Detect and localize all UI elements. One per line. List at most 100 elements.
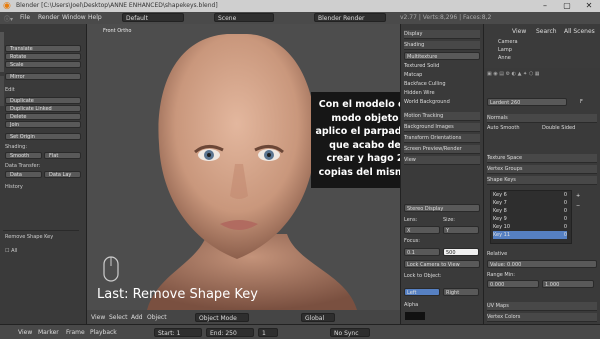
timeline-frame-menu[interactable]: Frame [66, 329, 85, 336]
auto-smooth-checkbox[interactable]: Auto Smooth [487, 124, 539, 132]
outliner-search-menu[interactable]: Search [536, 28, 557, 35]
all-checkbox[interactable]: ☐ All [5, 248, 17, 254]
timeline-playback-menu[interactable]: Playback [90, 329, 117, 336]
relative-checkbox[interactable]: Relative [487, 250, 597, 258]
timeline-view-menu[interactable]: View [18, 329, 32, 336]
right-button[interactable]: Right [443, 288, 479, 296]
uv-maps-header[interactable]: UV Maps [487, 302, 597, 311]
shading-panel-header[interactable]: Shading [404, 41, 480, 50]
shape-key-item[interactable]: Key 9 0 [493, 215, 567, 223]
editor-type-icon[interactable]: ⓘ▾ [4, 14, 13, 23]
view-panel-header[interactable]: View [404, 156, 480, 165]
menu-render[interactable]: Render [38, 14, 59, 21]
render-engine-selector[interactable]: Blender Render [314, 13, 386, 22]
close-button[interactable]: ✕ [578, 0, 600, 12]
create-tab[interactable] [0, 76, 4, 106]
vertex-groups-header[interactable]: Vertex Groups [487, 165, 597, 174]
operator-panel-label[interactable]: Remove Shape Key [5, 234, 53, 240]
shape-key-item[interactable]: Key 7 0 [493, 199, 567, 207]
menu-help[interactable]: Help [88, 14, 102, 21]
sync-mode-select[interactable]: No Sync [330, 328, 370, 337]
focus-label: Focus: [404, 238, 420, 244]
menu-object[interactable]: Object [147, 314, 167, 321]
delete-button[interactable]: Delete [5, 113, 81, 120]
normals-panel-header[interactable]: Normals [487, 114, 597, 123]
world-background-checkbox[interactable]: World Background [404, 98, 480, 106]
remove-shape-key-icon[interactable]: − [576, 202, 590, 210]
duplicate-linked-button[interactable]: Duplicate Linked [5, 105, 81, 112]
context-tabs[interactable]: ▣ ◉ ▤ ⚙ ◐ ▲ ✦ ⬡ ▦ [487, 70, 597, 78]
menu-select[interactable]: Select [109, 314, 128, 321]
fake-user-button[interactable]: F [580, 98, 594, 106]
outliner-view-menu[interactable]: View [512, 28, 526, 35]
transform-orientations-header[interactable]: Transform Orientations [404, 134, 480, 143]
scale-button[interactable]: Scale [5, 61, 81, 68]
display-panel-header[interactable]: Display [404, 30, 480, 39]
viewport-header: View Select Add Object Object Mode Globa… [87, 310, 400, 324]
orientation-selector[interactable]: Global [301, 313, 335, 322]
menu-view[interactable]: View [91, 314, 105, 321]
timeline-marker-menu[interactable]: Marker [38, 329, 59, 336]
range-max-field[interactable]: 1.000 [542, 280, 594, 288]
flat-button[interactable]: Flat [44, 152, 81, 159]
start-frame-field[interactable]: Start: 1 [154, 328, 202, 337]
tool-shelf: Translate Rotate Scale Mirror Edit Dupli… [0, 24, 87, 324]
outliner-scenes-select[interactable]: All Scenes [564, 28, 595, 35]
shape-key-item[interactable]: Key 6 0 [493, 191, 567, 199]
color-swatch[interactable] [405, 312, 425, 320]
current-frame-field[interactable]: 1 [258, 328, 278, 337]
translate-button[interactable]: Translate [5, 45, 81, 52]
backface-culling-checkbox[interactable]: Backface Culling [404, 80, 480, 88]
menu-add[interactable]: Add [131, 314, 143, 321]
mesh-name-field[interactable]: Lardent 260 [487, 98, 567, 106]
mirror-button[interactable]: Mirror [5, 73, 81, 80]
clip-start-field[interactable]: 0.1 [404, 248, 440, 256]
y-field[interactable]: Y [443, 226, 479, 234]
menu-window[interactable]: Window [62, 14, 86, 21]
layout-selector[interactable]: Default [122, 13, 184, 22]
minimize-button[interactable]: – [534, 0, 556, 12]
scene-selector[interactable]: Scene [214, 13, 274, 22]
texture-space-header[interactable]: Texture Space [487, 154, 597, 163]
textured-solid-checkbox[interactable]: Textured Solid [404, 62, 480, 70]
shading-mode-select[interactable]: Multitexture [404, 52, 480, 60]
lock-camera-button[interactable]: Lock Camera to View [404, 260, 480, 268]
shape-keys-header[interactable]: Shape Keys [487, 176, 597, 185]
outliner-item[interactable]: Lamp [498, 46, 600, 54]
left-button[interactable]: Left [404, 288, 440, 296]
hidden-wire-checkbox[interactable]: Hidden Wire [404, 89, 480, 97]
smooth-button[interactable]: Smooth [5, 152, 42, 159]
outliner-item[interactable]: Camera [498, 38, 600, 46]
stereo-display-button[interactable]: Stereo Display [404, 204, 480, 212]
data-button[interactable]: Data [5, 171, 42, 178]
vertex-colors-header[interactable]: Vertex Colors [487, 313, 597, 322]
motion-tracking-header[interactable]: Motion Tracking [404, 112, 480, 121]
edit-panel-label[interactable]: Edit [5, 87, 15, 93]
window-title: Blender [C:\Users\Joel\Desktop\ANNE ENHA… [16, 2, 218, 9]
shape-key-item[interactable]: Key 8 0 [493, 207, 567, 215]
shape-key-item-active[interactable]: Key 11 0 [493, 231, 567, 239]
maximize-button[interactable]: ▢ [556, 0, 578, 12]
add-shape-key-icon[interactable]: + [576, 192, 590, 200]
data-layout-button[interactable]: Data Lay [44, 171, 81, 178]
screen-preview-header[interactable]: Screen Preview/Render [404, 145, 480, 154]
background-images-header[interactable]: Background Images [404, 123, 480, 132]
view-label: Front Ortho [103, 28, 132, 34]
tools-tab[interactable] [0, 32, 4, 72]
double-sided-checkbox[interactable]: Double Sided [542, 124, 594, 132]
join-button[interactable]: Join [5, 121, 81, 128]
history-panel-label[interactable]: History [5, 184, 23, 190]
duplicate-button[interactable]: Duplicate [5, 97, 81, 104]
clip-end-field[interactable]: 500 [443, 248, 479, 256]
value-field[interactable]: Value: 0.000 [487, 260, 597, 268]
set-origin-button[interactable]: Set Origin [5, 133, 81, 140]
matcap-checkbox[interactable]: Matcap [404, 71, 480, 79]
outliner-item[interactable]: Anne [498, 54, 600, 62]
x-field[interactable]: X [404, 226, 440, 234]
menu-file[interactable]: File [20, 14, 30, 21]
rotate-button[interactable]: Rotate [5, 53, 81, 60]
mode-selector[interactable]: Object Mode [195, 313, 249, 322]
shape-key-item[interactable]: Key 10 0 [493, 223, 567, 231]
end-frame-field[interactable]: End: 250 [206, 328, 254, 337]
range-min-field[interactable]: 0.000 [487, 280, 539, 288]
